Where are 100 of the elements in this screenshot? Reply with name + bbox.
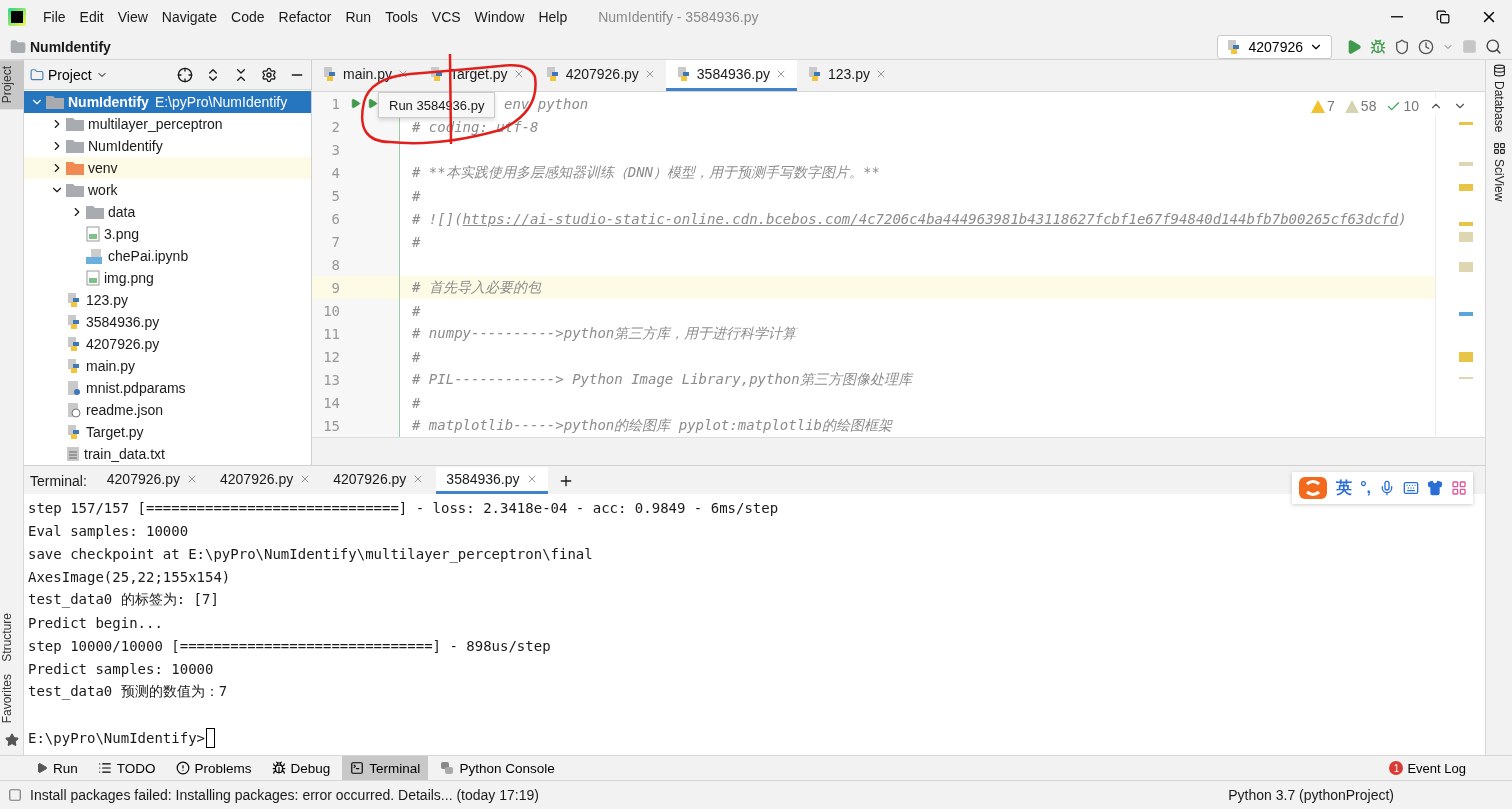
menu-item[interactable]: Refactor <box>271 9 339 25</box>
editor-tab[interactable]: main.py <box>312 60 420 91</box>
line-number: 12 <box>322 348 340 365</box>
inspection-count[interactable]: 7 <box>1311 98 1335 114</box>
editor-tab[interactable]: 3584936.py <box>665 60 797 91</box>
tree-item[interactable]: 3584936.py <box>24 311 311 333</box>
tree-item[interactable]: work <box>24 179 311 201</box>
tool-window-tab[interactable]: Project <box>0 60 24 110</box>
tool-window-tab[interactable]: SciView <box>1492 142 1506 202</box>
folder-icon <box>66 183 84 197</box>
close-icon[interactable] <box>775 68 787 80</box>
tree-item[interactable]: img.png <box>24 267 311 289</box>
menu-item[interactable]: View <box>110 9 155 25</box>
tool-window-button[interactable]: Terminal <box>342 755 429 781</box>
breadcrumb[interactable]: NumIdentify <box>30 38 111 55</box>
menu-item[interactable]: Window <box>467 9 532 25</box>
tree-item[interactable]: chePai.ipynb <box>24 245 311 267</box>
terminal-label: Terminal: <box>30 472 88 491</box>
tool-window-tab[interactable]: Favorites <box>0 667 24 729</box>
editor-tab[interactable]: Target.py <box>419 60 535 91</box>
status-icon[interactable] <box>8 788 22 802</box>
tool-window-tab[interactable]: Database <box>1492 64 1506 133</box>
star-icon <box>5 733 19 747</box>
run-icon[interactable] <box>1346 38 1362 55</box>
image-file-icon <box>86 270 100 286</box>
menu-item[interactable]: VCS <box>424 9 468 25</box>
profile-icon[interactable] <box>1418 38 1434 55</box>
editor-tab[interactable]: 4207926.py <box>534 60 666 91</box>
line-number: 13 <box>322 371 340 388</box>
microphone-icon[interactable] <box>1379 480 1395 496</box>
tree-item[interactable]: data <box>24 201 311 223</box>
status-message[interactable]: Install packages failed: Installing packages: error occurred. Details... (today 17:19) <box>30 787 539 803</box>
line-number: 9 <box>330 279 340 296</box>
line-number: 7 <box>330 233 340 250</box>
tree-item[interactable]: NumIdentify <box>24 135 311 157</box>
grid-icon <box>1492 142 1506 156</box>
project-view-dropdown[interactable]: Project <box>30 66 108 83</box>
menu-item[interactable]: Edit <box>72 9 111 25</box>
menu-item[interactable]: Code <box>224 9 272 25</box>
menu-item[interactable]: Tools <box>378 9 425 25</box>
terminal-line: save checkpoint at E:\pyPro\NumIdentify\multilayer_perceptron\final <box>28 544 594 565</box>
locate-icon[interactable] <box>177 66 193 83</box>
inspection-count[interactable]: 58 <box>1344 98 1377 114</box>
terminal-tab[interactable]: 4207926.py <box>96 467 208 494</box>
python-file-icon <box>675 66 692 82</box>
terminal-tab[interactable]: 3584936.py <box>436 467 548 494</box>
tool-window-tab[interactable]: Structure <box>0 606 24 668</box>
editor-tab[interactable]: 123.py <box>797 60 898 91</box>
problems-icon <box>175 761 190 775</box>
search-icon[interactable] <box>1485 38 1502 55</box>
grid-icon[interactable] <box>1451 480 1467 496</box>
tree-item[interactable]: NumIdentify E:\pyPro\NumIdentify <box>24 91 311 113</box>
menu-item[interactable]: Help <box>531 9 575 25</box>
tool-window-button[interactable]: Debug <box>263 755 339 781</box>
terminal-line: AxesImage(25,22;155x154) <box>28 567 232 587</box>
tree-item[interactable]: mnist.pdparams <box>24 377 311 399</box>
tool-window-button[interactable]: Python Console <box>432 755 563 781</box>
debug-icon[interactable] <box>1370 38 1386 55</box>
event-log-button[interactable]: 1 Event Log <box>1383 759 1472 777</box>
text-cursor <box>206 727 215 748</box>
line-number: 1 <box>330 95 340 112</box>
tree-item[interactable]: 123.py <box>24 289 311 311</box>
python-file-icon <box>66 336 82 352</box>
folder-icon <box>30 67 44 82</box>
python-file-icon <box>66 314 82 330</box>
run-gutter-icon[interactable] <box>350 98 361 109</box>
tool-window-button[interactable]: Run <box>28 755 86 781</box>
menu-item[interactable]: File <box>36 9 73 25</box>
coverage-icon[interactable] <box>1394 38 1410 55</box>
notebook-file-icon <box>86 248 104 264</box>
menu-item[interactable]: Run <box>338 9 379 25</box>
terminal-tab[interactable]: 4207926.py <box>323 467 435 494</box>
tree-item[interactable]: 4207926.py <box>24 333 311 355</box>
inspection-count[interactable]: 10 <box>1386 98 1419 114</box>
run-configuration-dropdown[interactable]: 4207926 <box>1217 34 1332 59</box>
warning-icon <box>1344 99 1359 113</box>
tree-item[interactable]: venv <box>24 157 311 179</box>
run-gutter-icon[interactable] <box>367 98 378 109</box>
punctuation-mode[interactable]: °, <box>1360 479 1371 497</box>
interpreter-label[interactable]: Python 3.7 (pythonProject) <box>1228 787 1394 803</box>
tool-window-button[interactable]: TODO <box>89 755 164 781</box>
terminal-prompt: E:\pyPro\NumIdentify> <box>28 729 205 746</box>
tool-window-button[interactable]: Problems <box>167 755 260 781</box>
terminal-tab[interactable]: 4207926.py <box>210 467 322 494</box>
tree-item[interactable]: readme.json <box>24 399 311 421</box>
input-mode[interactable]: 英 <box>1336 477 1353 499</box>
folder-icon <box>86 205 104 219</box>
python-file-icon <box>66 292 82 308</box>
menu-item[interactable]: Navigate <box>154 9 225 25</box>
tree-item[interactable]: Target.py <box>24 421 311 443</box>
tree-item[interactable]: main.py <box>24 355 311 377</box>
database-icon <box>1492 64 1506 77</box>
close-icon[interactable] <box>186 473 198 485</box>
shirt-icon[interactable] <box>1427 480 1443 496</box>
code-line: # 首先导入必要的包 <box>412 278 541 297</box>
tree-item[interactable]: train_data.txt <box>24 443 311 465</box>
keyboard-icon[interactable] <box>1403 480 1419 496</box>
tree-item[interactable]: 3.png <box>24 223 311 245</box>
tree-item[interactable]: multilayer_perceptron <box>24 113 311 135</box>
settings-icon[interactable] <box>261 66 277 83</box>
